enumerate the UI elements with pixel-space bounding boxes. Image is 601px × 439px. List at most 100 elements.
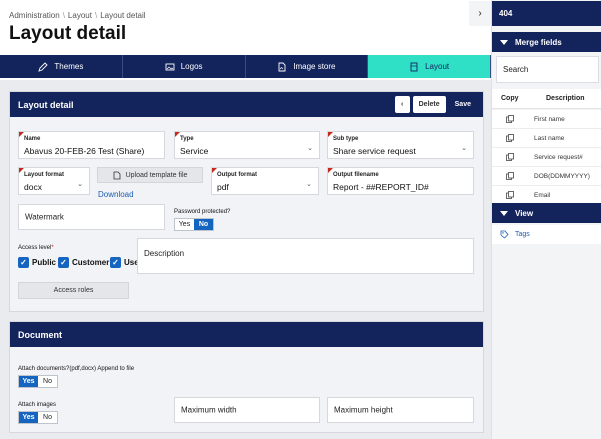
breadcrumb-separator: \ <box>62 11 65 20</box>
breadcrumb: Administration \ Layout \ Layout detail <box>9 11 146 20</box>
checkmark-icon: ✓ <box>18 257 29 268</box>
output-filename-value: Report - ##REPORT_ID# <box>333 182 429 192</box>
sub-type-select[interactable]: Sub type Share service request ⌄ <box>327 131 474 159</box>
required-asterisk: * <box>51 245 54 251</box>
access-level-text: Access level <box>18 245 52 251</box>
copy-icon[interactable] <box>506 115 514 123</box>
tags-label: Tags <box>515 231 530 238</box>
search-input[interactable]: Search <box>496 56 599 83</box>
tab-image-store[interactable]: Image store <box>246 55 369 78</box>
watermark-field[interactable]: Watermark <box>18 204 165 230</box>
name-label: Name <box>24 136 41 142</box>
upload-label: Upload template file <box>125 171 188 179</box>
checkbox-label: Customer <box>72 258 110 267</box>
layout-format-select[interactable]: Layout format docx ⌄ <box>18 167 90 195</box>
description-field[interactable]: Description <box>137 238 474 274</box>
merge-fields-label: Merge fields <box>515 37 562 47</box>
attach-documents-label: Attach documents?(pdf,docx) Append to fi… <box>18 366 135 372</box>
output-filename-field[interactable]: Output filename Report - ##REPORT_ID# <box>327 167 474 195</box>
chevron-down-icon: ⌄ <box>307 145 313 152</box>
copy-icon[interactable] <box>506 153 514 161</box>
name-value: Abavus 20-FEB-26 Test (Share) <box>24 146 145 156</box>
toggle-yes[interactable]: Yes <box>19 412 38 423</box>
collapse-sidebar-button[interactable]: › <box>469 1 491 26</box>
type-value: Service <box>180 146 209 156</box>
download-link[interactable]: Download <box>98 190 134 199</box>
tab-logos[interactable]: Logos <box>123 55 246 78</box>
merge-field-name: Email <box>534 192 551 199</box>
layout-format-value: docx <box>24 182 42 192</box>
toggle-yes[interactable]: Yes <box>19 376 38 387</box>
breadcrumb-administration[interactable]: Administration <box>9 11 60 20</box>
layout-icon <box>410 62 418 71</box>
chevron-down-icon: ⌄ <box>77 181 83 188</box>
type-select[interactable]: Type Service ⌄ <box>174 131 320 159</box>
copy-icon[interactable] <box>506 172 514 180</box>
panel-title: Document <box>18 329 63 340</box>
copy-icon[interactable] <box>506 191 514 199</box>
tags-item[interactable]: Tags <box>492 225 601 244</box>
max-width-placeholder: Maximum width <box>181 405 237 415</box>
table-row: Last name <box>492 129 601 148</box>
tab-bar: Themes Logos Image store Layout <box>0 55 491 78</box>
password-protected-label: Password protected? <box>174 209 231 215</box>
right-sidebar: 404 Merge fields Search Copy Description… <box>491 0 601 439</box>
tab-label: Image store <box>293 62 336 71</box>
table-row: Service request# <box>492 148 601 167</box>
attach-documents-toggle[interactable]: Yes No <box>18 375 58 388</box>
tag-icon <box>500 230 509 239</box>
column-description: Description <box>546 95 585 102</box>
merge-fields-header[interactable]: Merge fields <box>492 32 601 52</box>
checkmark-icon: ✓ <box>110 257 121 268</box>
panel-header: Document <box>10 322 483 347</box>
sub-type-value: Share service request <box>333 146 416 156</box>
layout-detail-panel: Layout detail ‹ Delete Save Name Abavus … <box>9 91 484 312</box>
output-format-value: pdf <box>217 182 229 192</box>
access-level-label: Access level* <box>18 245 54 251</box>
toggle-yes[interactable]: Yes <box>175 219 194 230</box>
back-button[interactable]: ‹ <box>394 96 410 113</box>
merge-fields-table-header: Copy Description <box>492 89 601 109</box>
access-public-checkbox[interactable]: ✓ Public <box>18 257 56 268</box>
tab-label: Themes <box>54 62 84 71</box>
access-customer-checkbox[interactable]: ✓ Customer <box>58 257 109 268</box>
page-title: Layout detail <box>9 23 127 44</box>
delete-button[interactable]: Delete <box>412 96 446 113</box>
chevron-down-icon: ⌄ <box>306 181 312 188</box>
toggle-no[interactable]: No <box>38 376 57 387</box>
tab-themes[interactable]: Themes <box>0 55 123 78</box>
tab-layout[interactable]: Layout <box>368 55 491 78</box>
access-roles-button[interactable]: Access roles <box>18 282 129 299</box>
access-user-checkbox[interactable]: ✓ Use <box>110 257 139 268</box>
header-actions: ‹ Delete Save <box>394 96 477 113</box>
toggle-no[interactable]: No <box>194 219 213 230</box>
document-panel: Document Attach documents?(pdf,docx) App… <box>9 321 484 433</box>
toggle-no[interactable]: No <box>38 412 57 423</box>
view-header[interactable]: View <box>492 203 601 223</box>
tab-label: Logos <box>180 62 203 71</box>
file-image-icon <box>278 62 286 71</box>
checkbox-label: Public <box>32 258 57 267</box>
table-row: DOB(DDMMYYYY) <box>492 167 601 186</box>
output-format-label: Output format <box>217 172 257 178</box>
chevron-right-icon: › <box>478 8 482 19</box>
output-format-select[interactable]: Output format pdf ⌄ <box>211 167 319 195</box>
sidebar-top-label: 404 <box>492 1 601 26</box>
output-filename-label: Output filename <box>333 172 379 178</box>
main-area: Administration \ Layout \ Layout detail Layo… <box>0 0 491 439</box>
table-row: First name <box>492 110 601 129</box>
upload-template-button[interactable]: Upload template file <box>97 167 203 183</box>
merge-field-name: Last name <box>534 135 565 142</box>
attach-images-toggle[interactable]: Yes No <box>18 411 58 424</box>
panel-title: Layout detail <box>18 99 74 110</box>
merge-field-name: First name <box>534 116 565 123</box>
type-label: Type <box>180 136 194 142</box>
copy-icon[interactable] <box>506 134 514 142</box>
checkmark-icon: ✓ <box>58 257 69 268</box>
max-width-field[interactable]: Maximum width <box>174 397 320 423</box>
password-protected-toggle[interactable]: Yes No <box>174 218 214 231</box>
save-button[interactable]: Save <box>448 96 477 113</box>
breadcrumb-layout[interactable]: Layout <box>68 11 92 20</box>
name-field[interactable]: Name Abavus 20-FEB-26 Test (Share) <box>18 131 165 159</box>
max-height-field[interactable]: Maximum height <box>327 397 474 423</box>
